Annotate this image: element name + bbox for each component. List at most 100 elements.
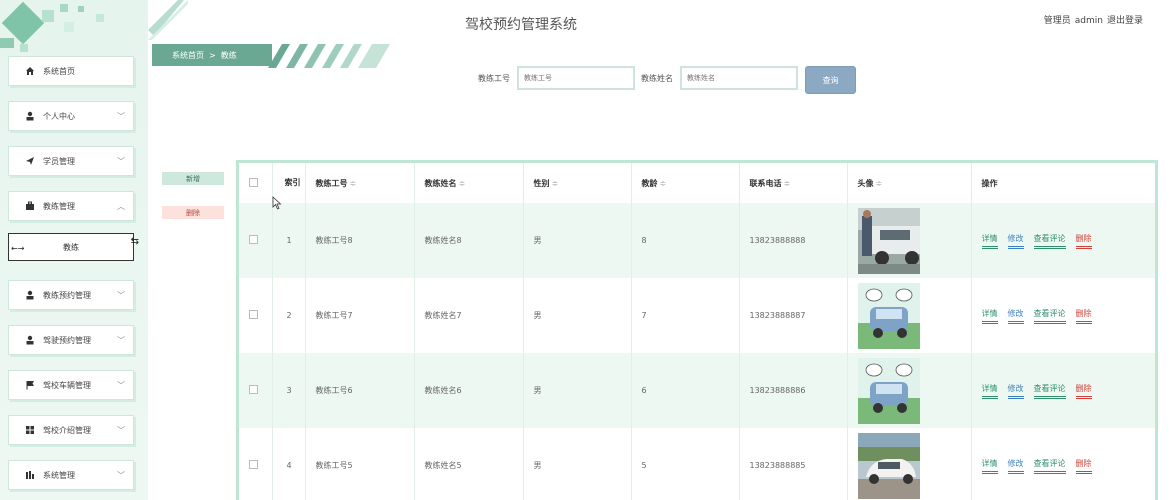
sort-icon: ≑ [458,178,466,188]
sidebar-item-student-management[interactable]: 学员管理 ﹀ [8,146,134,176]
coach-table: 索引 教练工号 ≑ 教练姓名 ≑ 性别 ≑ 教龄 ≑ 联系电话 ≑ 头像 ≑ 操作 1 教练… [236,160,1158,500]
cell-coach-name: 教练姓名7 [413,278,523,353]
row-checkbox[interactable] [249,385,258,394]
search-button[interactable]: 查询 [805,66,856,94]
user-area: 管理员 admin 退出登录 [1040,13,1143,26]
sidebar-item-label: 系统管理 [43,470,75,480]
sidebar-item-vehicle-management[interactable]: 驾校车辆管理 ﹀ [8,370,134,400]
username: admin [1074,16,1103,26]
table-row: 3 教练工号6 教练姓名6 男 6 13823888886 详情 修改 查看评论… [239,353,1155,428]
edit-link[interactable]: 修改 [1007,308,1024,324]
logout-link[interactable]: 退出登录 [1107,16,1143,26]
grid-icon [25,425,35,435]
cell-avatar [846,428,971,500]
chevron-down-icon: ﹀ [117,336,125,345]
edit-link[interactable]: 修改 [1007,458,1024,474]
sidebar-item-coach-booking[interactable]: 教练预约管理 ﹀ [8,280,134,310]
delete-link[interactable]: 删除 [1075,308,1092,324]
sidebar-subitem-label: 教练 [63,242,79,252]
cell-avatar [846,353,971,428]
sidebar-subitem-coach[interactable]: ←→ 教练 ⇆ [8,233,139,261]
delete-link[interactable]: 删除 [1075,458,1092,474]
view-comments-link[interactable]: 查看评论 [1033,233,1066,249]
select-all-checkbox[interactable] [249,177,258,187]
delete-link[interactable]: 删除 [1075,383,1092,399]
sidebar-item-label: 驾校车辆管理 [43,380,91,390]
header-avatar[interactable]: 头像 ≑ [846,163,971,203]
header-phone[interactable]: 联系电话 ≑ [738,163,847,203]
sidebar-item-personal-center[interactable]: 个人中心 ﹀ [8,101,134,131]
user-icon [25,335,35,345]
cell-ops: 详情 修改 查看评论 删除 [970,203,1155,278]
view-comments-link[interactable]: 查看评论 [1033,308,1066,324]
header-age[interactable]: 教龄 ≑ [630,163,739,203]
decor-square [0,38,14,48]
breadcrumb-home[interactable]: 系统首页 [172,50,204,61]
sidebar-item-home[interactable]: 系统首页 [8,56,134,86]
page-title: 驾校预约管理系统 [465,17,577,33]
cell-phone: 13823888886 [738,353,847,428]
delete-button[interactable]: 删除 [162,206,224,219]
coach-no-input[interactable] [517,66,635,90]
detail-link[interactable]: 详情 [981,383,998,399]
delete-link[interactable]: 删除 [1075,233,1092,249]
detail-link[interactable]: 详情 [981,308,998,324]
coach-name-input[interactable] [680,66,798,90]
edit-link[interactable]: 修改 [1007,383,1024,399]
sort-icon: ≑ [875,178,883,188]
chevron-down-icon: ﹀ [117,291,125,300]
cell-gender: 男 [522,278,631,353]
decor-square [64,22,74,32]
sidebar-item-label: 驾校介绍管理 [43,425,91,435]
sort-icon: ≑ [551,178,559,188]
decor-stripes [148,0,188,40]
decor-square [20,44,28,52]
header-gender[interactable]: 性别 ≑ [522,163,631,203]
row-checkbox-cell[interactable] [239,203,272,278]
header-checkbox-cell[interactable] [239,163,272,203]
header-ops: 操作 [970,163,1155,203]
detail-link[interactable]: 详情 [981,233,998,249]
user-icon [25,111,35,121]
header-coach-name[interactable]: 教练姓名 ≑ [413,163,523,203]
arrow-left-icon: ←→ [11,244,25,253]
header-label: 教练工号 [315,178,348,188]
row-checkbox[interactable] [249,460,258,469]
cell-coach-no: 教练工号5 [304,428,414,500]
view-comments-link[interactable]: 查看评论 [1033,383,1066,399]
row-checkbox[interactable] [249,235,258,244]
coach-no-label: 教练工号 [478,74,510,83]
sidebar: 系统首页 个人中心 ﹀ 学员管理 ﹀ 教练管理 ︿ ←→ 教练 ⇆ 教练预约管理… [0,0,148,500]
table-row: 2 教练工号7 教练姓名7 男 7 13823888887 详情 修改 查看评论… [239,278,1155,353]
decor-square [78,6,84,12]
sort-icon: ≑ [659,178,667,188]
flag-icon [25,380,35,390]
cell-ops: 详情 修改 查看评论 删除 [970,428,1155,500]
cell-coach-name: 教练姓名8 [413,203,523,278]
row-checkbox[interactable] [249,310,258,319]
row-checkbox-cell[interactable] [239,428,272,500]
detail-link[interactable]: 详情 [981,458,998,474]
sidebar-item-system-management[interactable]: 系统管理 ﹀ [8,460,134,490]
header-label: 联系电话 [749,178,782,188]
decor-square [60,4,68,12]
cell-age: 6 [630,353,739,428]
sidebar-item-coach-management[interactable]: 教练管理 ︿ [8,191,134,221]
breadcrumb-current: 教练 [220,50,237,60]
edit-link[interactable]: 修改 [1007,233,1024,249]
cell-index: 1 [271,203,305,278]
header-label: 教练姓名 [424,178,457,188]
row-checkbox-cell[interactable] [239,278,272,353]
decor-square [42,10,54,22]
row-checkbox-cell[interactable] [239,353,272,428]
add-button[interactable]: 新增 [162,172,224,185]
table-row: 4 教练工号5 教练姓名5 男 5 13823888885 详情 修改 查看评论… [239,428,1155,500]
avatar [857,282,920,349]
chevron-down-icon: ﹀ [117,381,125,390]
sidebar-item-label: 教练管理 [43,201,75,211]
view-comments-link[interactable]: 查看评论 [1033,458,1066,474]
sidebar-item-driving-booking[interactable]: 驾驶预约管理 ﹀ [8,325,134,355]
header-coach-no[interactable]: 教练工号 ≑ [304,163,414,203]
breadcrumb-separator: > [209,50,216,60]
sidebar-item-school-intro[interactable]: 驾校介绍管理 ﹀ [8,415,134,445]
